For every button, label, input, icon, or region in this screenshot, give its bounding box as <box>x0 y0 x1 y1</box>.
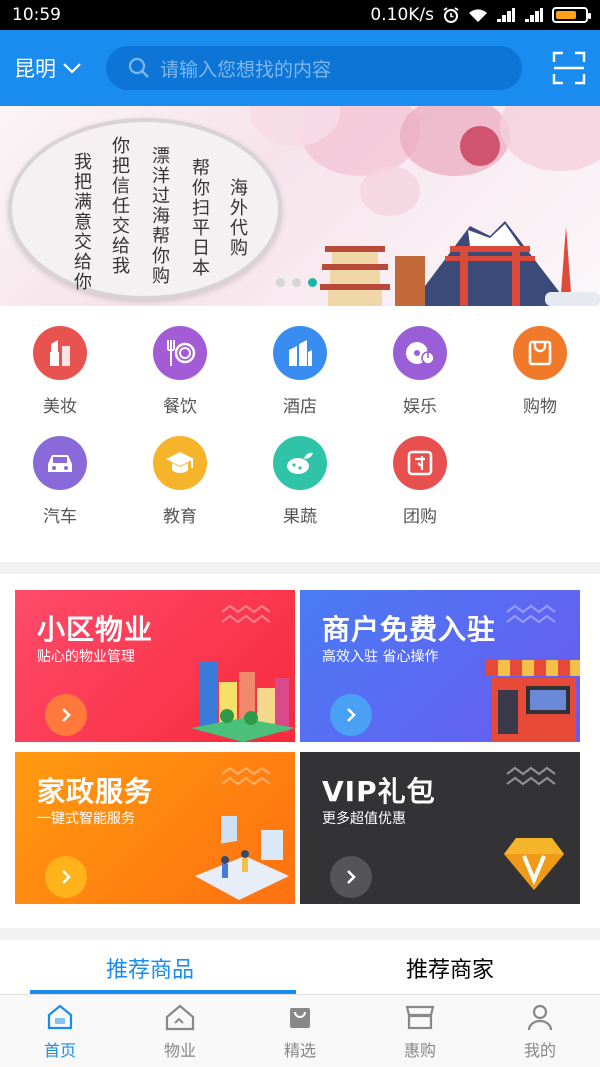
chevron-right-icon[interactable] <box>330 856 372 898</box>
housekeeping-card[interactable]: 家政服务 一键式智能服务 <box>15 752 295 904</box>
card-subtitle: 高效入驻 省心操作 <box>322 649 439 665</box>
banner-text-2: 帮你扫平日本 <box>189 158 210 278</box>
tab-recommended-products[interactable]: 推荐商品 <box>0 940 300 994</box>
card-title: 家政服务 <box>37 775 154 808</box>
wave-decoration-icon <box>506 604 556 624</box>
category-grid: 美妆 餐饮 酒店 娱乐 购物 汽车 教育 果蔬 团购 <box>0 306 600 562</box>
category-shopping[interactable]: 购物 <box>480 326 600 417</box>
banner-text-5: 我把满意交给你 <box>71 152 92 292</box>
chevron-right-icon[interactable] <box>45 856 87 898</box>
nav-label: 精选 <box>283 1041 316 1060</box>
search-placeholder: 请输入您想找的内容 <box>160 58 332 81</box>
pagination-dot-active[interactable] <box>308 278 317 287</box>
nav-label: 物业 <box>163 1041 196 1060</box>
japan-landmarks-illustration <box>320 221 600 306</box>
vip-package-card[interactable]: VIP礼包 更多超值优惠 <box>300 752 580 904</box>
category-label: 酒店 <box>283 397 317 417</box>
wave-decoration-icon <box>506 766 556 786</box>
nav-property[interactable]: 物业 <box>120 995 240 1067</box>
home-icon <box>47 1004 73 1030</box>
nav-profile[interactable]: 我的 <box>480 995 600 1067</box>
wave-decoration-icon <box>221 604 271 624</box>
tab-recommended-merchants[interactable]: 推荐商家 <box>300 940 600 994</box>
lipstick-icon <box>33 326 87 380</box>
nav-home[interactable]: 首页 <box>0 995 120 1067</box>
nav-label: 首页 <box>43 1041 76 1060</box>
category-dining[interactable]: 餐饮 <box>120 326 240 417</box>
shopping-bag-icon <box>513 326 567 380</box>
battery-icon <box>552 7 591 23</box>
category-label: 果蔬 <box>283 507 317 527</box>
category-label: 购物 <box>523 397 557 417</box>
card-subtitle: 贴心的物业管理 <box>37 649 135 665</box>
category-label: 餐饮 <box>163 397 197 417</box>
city-selector[interactable]: 昆明 <box>14 53 106 83</box>
promo-banner[interactable]: 海外代购 帮你扫平日本 漂洋过海帮你购 你把信任交给我 我把满意交给你 <box>0 106 600 306</box>
user-icon <box>527 1004 553 1031</box>
wave-decoration-icon <box>221 766 271 786</box>
city-buildings-illustration <box>191 662 295 742</box>
category-label: 娱乐 <box>403 397 437 417</box>
alarm-icon <box>443 7 459 23</box>
status-time: 10:59 <box>12 5 61 25</box>
status-bar: 10:59 0.10K/s <box>0 0 600 30</box>
signal-icon-2 <box>525 8 543 22</box>
category-produce[interactable]: 果蔬 <box>240 436 360 527</box>
banner-text-3: 漂洋过海帮你购 <box>149 146 170 286</box>
nav-deals[interactable]: 惠购 <box>360 995 480 1067</box>
header: 昆明 请输入您想找的内容 <box>0 30 600 106</box>
card-title: VIP礼包 <box>322 775 436 808</box>
music-disc-icon <box>393 326 447 380</box>
category-label: 美妆 <box>43 397 77 417</box>
category-entertainment[interactable]: 娱乐 <box>360 326 480 417</box>
car-icon <box>33 436 87 490</box>
property-house-icon <box>165 1004 195 1031</box>
pagination-dot[interactable] <box>292 278 301 287</box>
city-name: 昆明 <box>14 57 56 81</box>
chevron-right-icon[interactable] <box>45 694 87 736</box>
category-education[interactable]: 教育 <box>120 436 240 527</box>
service-cards: 小区物业 贴心的物业管理 商户免费入驻 高效入驻 省心操作 家政服务 一键式智能… <box>0 574 600 928</box>
card-title: 商户免费入驻 <box>322 613 497 646</box>
bottom-nav: 首页 物业 精选 惠购 我的 <box>0 994 600 1067</box>
category-label: 教育 <box>163 507 197 527</box>
category-car[interactable]: 汽车 <box>0 436 120 527</box>
store-icon <box>405 1005 435 1030</box>
card-subtitle: 一键式智能服务 <box>37 811 135 827</box>
banner-text-1: 海外代购 <box>227 178 248 258</box>
search-input[interactable]: 请输入您想找的内容 <box>106 46 522 90</box>
shopping-bag-icon <box>290 1008 310 1028</box>
search-icon <box>128 57 149 78</box>
chevron-down-icon <box>63 63 81 74</box>
category-label: 汽车 <box>43 507 77 527</box>
hotel-icon <box>273 326 327 380</box>
dining-icon <box>153 326 207 380</box>
pagination-dot[interactable] <box>276 278 285 287</box>
banner-pagination <box>276 278 317 287</box>
signal-icon <box>497 8 515 22</box>
nav-label: 我的 <box>523 1041 556 1060</box>
card-subtitle: 更多超值优惠 <box>322 811 406 827</box>
property-management-card[interactable]: 小区物业 贴心的物业管理 <box>15 590 295 742</box>
group-buy-icon <box>393 436 447 490</box>
smart-service-illustration <box>195 816 289 900</box>
network-speed: 0.10K/s <box>370 5 434 25</box>
card-title: 小区物业 <box>37 613 154 646</box>
category-label: 团购 <box>403 507 437 527</box>
chevron-right-icon[interactable] <box>330 694 372 736</box>
category-group-buy[interactable]: 团购 <box>360 436 480 527</box>
nav-featured[interactable]: 精选 <box>240 995 360 1067</box>
category-hotel[interactable]: 酒店 <box>240 326 360 417</box>
nav-label: 惠购 <box>403 1041 436 1060</box>
category-beauty[interactable]: 美妆 <box>0 326 120 417</box>
vip-diamond-icon <box>504 838 564 890</box>
storefront-illustration <box>486 660 580 742</box>
recommend-tabs: 推荐商品 推荐商家 <box>0 940 600 994</box>
graduation-cap-icon <box>153 436 207 490</box>
wifi-icon <box>469 9 487 22</box>
merchant-signup-card[interactable]: 商户免费入驻 高效入驻 省心操作 <box>300 590 580 742</box>
vegetable-icon <box>273 436 327 490</box>
banner-text-4: 你把信任交给我 <box>109 136 130 276</box>
scan-icon[interactable] <box>552 51 586 85</box>
